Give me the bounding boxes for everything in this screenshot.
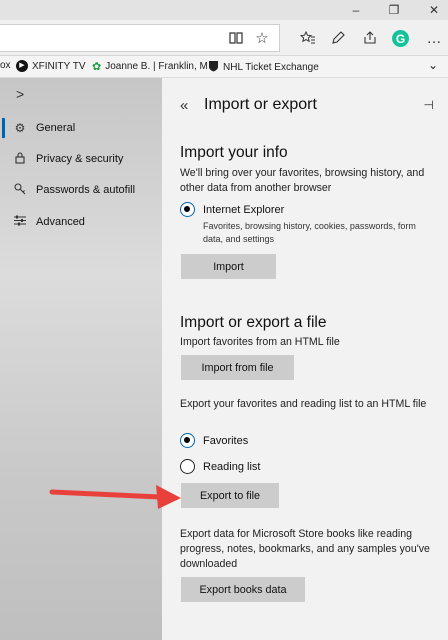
import-from-file-button[interactable]: Import from file <box>181 355 294 380</box>
sidebar-item-label: Privacy & security <box>36 153 124 165</box>
reading-list-radio[interactable]: Reading list <box>180 459 260 474</box>
file-heading: Import or export a file <box>180 314 327 331</box>
key-icon <box>12 182 28 198</box>
red-arrow-annotation <box>49 485 181 509</box>
title-bar: – ❐ ✕ <box>0 0 448 20</box>
radio-label: Internet Explorer <box>203 203 285 216</box>
import-file-description: Import favorites from an HTML file <box>180 336 340 348</box>
export-to-file-button[interactable]: Export to file <box>181 483 279 508</box>
internet-explorer-radio[interactable]: Internet Explorer <box>180 202 284 217</box>
favorite-item-joanne[interactable]: ✿ Joanne B. | Franklin, M <box>92 60 208 73</box>
import-info-heading: Import your info <box>180 144 288 161</box>
sidebar-item-label: Advanced <box>36 216 85 228</box>
radio-label: Favorites <box>203 434 249 447</box>
favorites-hub-icon[interactable] <box>298 28 318 48</box>
reading-view-icon[interactable] <box>226 28 246 48</box>
favorite-item-nhl[interactable]: NHL Ticket Exchange <box>208 60 319 75</box>
favorites-radio[interactable]: Favorites <box>180 433 248 448</box>
play-icon: ▶ <box>16 60 28 72</box>
lock-icon <box>12 151 28 167</box>
favorite-label: NHL Ticket Exchange <box>223 62 319 73</box>
sidebar-item-advanced[interactable]: Advanced <box>0 208 162 236</box>
radio-unselected-icon <box>180 459 195 474</box>
sidebar-item-privacy[interactable]: Privacy & security <box>0 145 162 173</box>
favorite-item[interactable]: ox <box>0 60 11 71</box>
share-icon[interactable] <box>360 28 380 48</box>
favorite-item-xfinity[interactable]: ▶ XFINITY TV <box>16 60 86 72</box>
import-info-description: We'll bring over your favorites, browsin… <box>180 167 425 194</box>
favorite-label: ox <box>0 60 11 71</box>
sidebar-item-label: General <box>36 122 76 134</box>
export-file-description: Export your favorites and reading list t… <box>180 398 427 410</box>
sidebar-item-passwords[interactable]: Passwords & autofill <box>0 176 162 204</box>
more-icon[interactable]: … <box>424 28 444 48</box>
radio-selected-icon <box>180 202 195 217</box>
nhl-shield-icon <box>208 60 219 75</box>
settings-sidebar: > ⚙ General Privacy & security Passwords… <box>0 78 162 640</box>
favorite-label: XFINITY TV <box>32 60 86 72</box>
favorite-star-icon[interactable]: ☆ <box>252 28 272 48</box>
sidebar-item-label: Passwords & autofill <box>36 184 136 196</box>
sliders-icon <box>12 215 28 229</box>
chevron-down-icon[interactable]: ⌄ <box>428 58 438 72</box>
panel-header: « Import or export <box>180 96 317 114</box>
radio-label: Reading list <box>203 460 261 473</box>
pen-icon[interactable] <box>328 28 348 48</box>
source-detail: Favorites, browsing history, cookies, pa… <box>203 221 416 244</box>
import-export-panel: « Import or export ⊣ Import your info We… <box>162 78 448 640</box>
gear-icon: ⚙ <box>14 121 26 135</box>
radio-selected-icon <box>180 433 195 448</box>
browser-toolbar: ☆ G … <box>0 20 448 56</box>
grammarly-icon[interactable]: G <box>392 30 409 47</box>
export-books-description: Export data for Microsoft Store books li… <box>180 528 430 570</box>
restore-button[interactable]: ❐ <box>386 2 402 18</box>
export-books-data-button[interactable]: Export books data <box>181 577 305 602</box>
paw-icon: ✿ <box>92 61 102 73</box>
close-button[interactable]: ✕ <box>426 2 442 18</box>
expand-sidebar-icon[interactable]: > <box>16 86 24 102</box>
favorites-bar: ox ▶ XFINITY TV ✿ Joanne B. | Franklin, … <box>0 56 448 78</box>
sidebar-item-general[interactable]: ⚙ General <box>0 114 162 142</box>
page-title: Import or export <box>204 96 317 113</box>
back-icon[interactable]: « <box>180 97 200 114</box>
favorite-label: Joanne B. | Franklin, M <box>105 61 208 72</box>
pin-icon[interactable]: ⊣ <box>424 98 434 112</box>
import-button[interactable]: Import <box>181 254 276 279</box>
minimize-button[interactable]: – <box>348 2 364 18</box>
